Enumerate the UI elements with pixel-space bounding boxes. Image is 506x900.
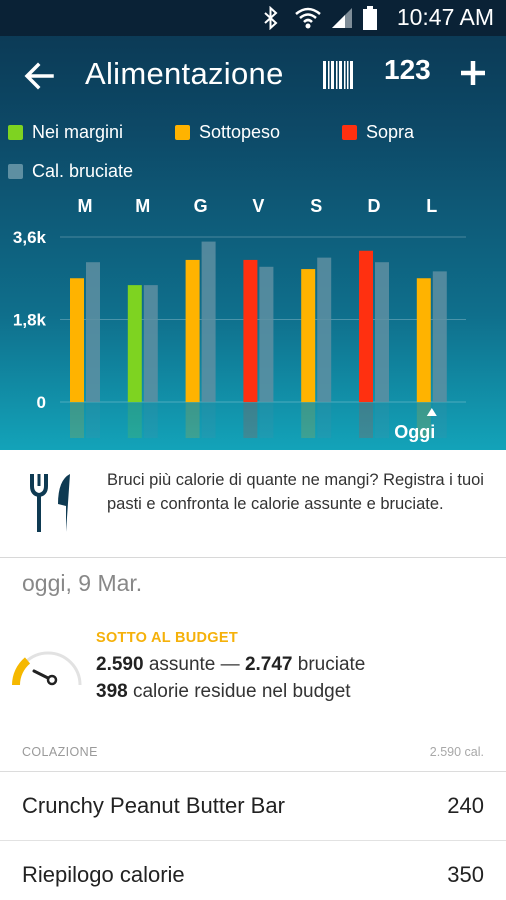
info-card[interactable]: Bruci più calorie di quante ne mangi? Re…	[0, 450, 506, 558]
app-bar: Alimentazione 123	[0, 36, 506, 114]
bar-burned	[375, 262, 389, 402]
meal-name: COLAZIONE	[22, 745, 98, 759]
bar-reflection	[301, 402, 316, 438]
food-calories: 350	[447, 862, 484, 887]
bar-reflection	[86, 402, 100, 438]
bar-burned	[201, 241, 216, 402]
plus-icon[interactable]	[458, 58, 488, 88]
barcode-icon[interactable]	[322, 58, 354, 92]
x-tick-label: V	[252, 196, 264, 216]
burned-label: bruciate	[297, 654, 366, 675]
legend-label: Sopra	[366, 122, 415, 142]
summary-date: oggi, 9 Mar.	[22, 570, 143, 596]
legend-label: Sottopeso	[199, 122, 281, 142]
y-tick-label: 1,8k	[13, 311, 47, 330]
burned-value: 2.747	[244, 654, 293, 675]
page-title: Alimentazione	[85, 56, 284, 91]
food-calories: 240	[447, 793, 484, 818]
signal-icon	[332, 8, 352, 28]
battery-icon	[363, 6, 377, 30]
bar-consumed	[416, 278, 431, 402]
remaining-value: 398	[96, 681, 128, 702]
x-tick-label: M	[135, 196, 150, 216]
x-tick-label: L	[426, 196, 437, 216]
wifi-icon	[295, 7, 321, 29]
bar-reflection	[201, 402, 216, 438]
bar-reflection	[259, 402, 274, 438]
info-text: Bruci più calorie di quante ne mangi? Re…	[107, 471, 484, 513]
bar-reflection	[143, 402, 158, 438]
header-panel: 10:47 AM Alimentazione 123 Nei margini S…	[0, 0, 506, 450]
legend-swatch	[175, 125, 190, 140]
bar-burned	[432, 271, 447, 402]
budget-status: SOTTO AL BUDGET	[96, 630, 238, 646]
y-tick-label: 0	[37, 393, 46, 412]
bar-burned	[317, 257, 332, 402]
remaining-budget: 398 calorie residue nel budget	[96, 681, 351, 703]
bar-consumed	[127, 285, 142, 402]
calories-chart: 3,6k 1,8k 0 M M G V S D L Oggi	[13, 196, 466, 442]
legend-swatch	[342, 125, 357, 140]
bar-reflection	[317, 402, 332, 438]
legend-swatch	[8, 164, 23, 179]
back-arrow-icon[interactable]	[20, 56, 60, 96]
y-tick-label: 3,6k	[13, 228, 47, 247]
x-tick-label: G	[194, 196, 208, 216]
bar-reflection	[70, 402, 84, 438]
calories-consumed-burned: 2.590 assunte — 2.747 bruciate	[96, 654, 365, 676]
bar-reflection	[185, 402, 200, 438]
food-item[interactable]: Crunchy Peanut Butter Bar 240	[0, 773, 506, 841]
separator: —	[220, 654, 240, 675]
bar-consumed	[359, 250, 373, 402]
bar-reflection	[127, 402, 142, 438]
consumed-label: assunte	[148, 654, 216, 675]
status-bar: 10:47 AM	[0, 0, 506, 36]
quick-calories-icon[interactable]: 123	[384, 54, 431, 94]
food-name: Riepilogo calorie	[22, 862, 185, 887]
food-item[interactable]: Riepilogo calorie 350	[0, 842, 506, 900]
x-tick-label: S	[310, 196, 322, 216]
bar-consumed	[185, 259, 200, 402]
bluetooth-icon	[264, 6, 278, 30]
bar-reflection	[359, 402, 373, 438]
meal-total: 2.590 cal.	[429, 745, 484, 759]
food-name: Crunchy Peanut Butter Bar	[22, 793, 285, 818]
today-label: Oggi	[394, 422, 435, 442]
bar-burned	[259, 266, 274, 402]
consumed-value: 2.590	[96, 654, 144, 675]
meal-section-header: COLAZIONE 2.590 cal.	[0, 738, 506, 772]
legend-label: Nei margini	[32, 122, 124, 142]
legend-swatch	[8, 125, 23, 140]
x-tick-label: D	[368, 196, 381, 216]
remaining-label: calorie residue nel budget	[132, 681, 351, 702]
bar-reflection	[243, 402, 258, 438]
bar-burned	[86, 262, 100, 402]
bar-reflection	[375, 402, 389, 438]
quick-calories-label: 123	[384, 54, 431, 85]
bar-burned	[143, 285, 158, 402]
status-time: 10:47 AM	[396, 4, 494, 30]
bar-consumed	[301, 269, 316, 402]
legend-label: Cal. bruciate	[32, 161, 134, 181]
bar-consumed	[70, 278, 84, 402]
x-tick-label: M	[78, 196, 93, 216]
cutlery-icon	[30, 474, 70, 532]
bar-consumed	[243, 259, 258, 402]
budget-gauge-icon	[12, 651, 82, 686]
